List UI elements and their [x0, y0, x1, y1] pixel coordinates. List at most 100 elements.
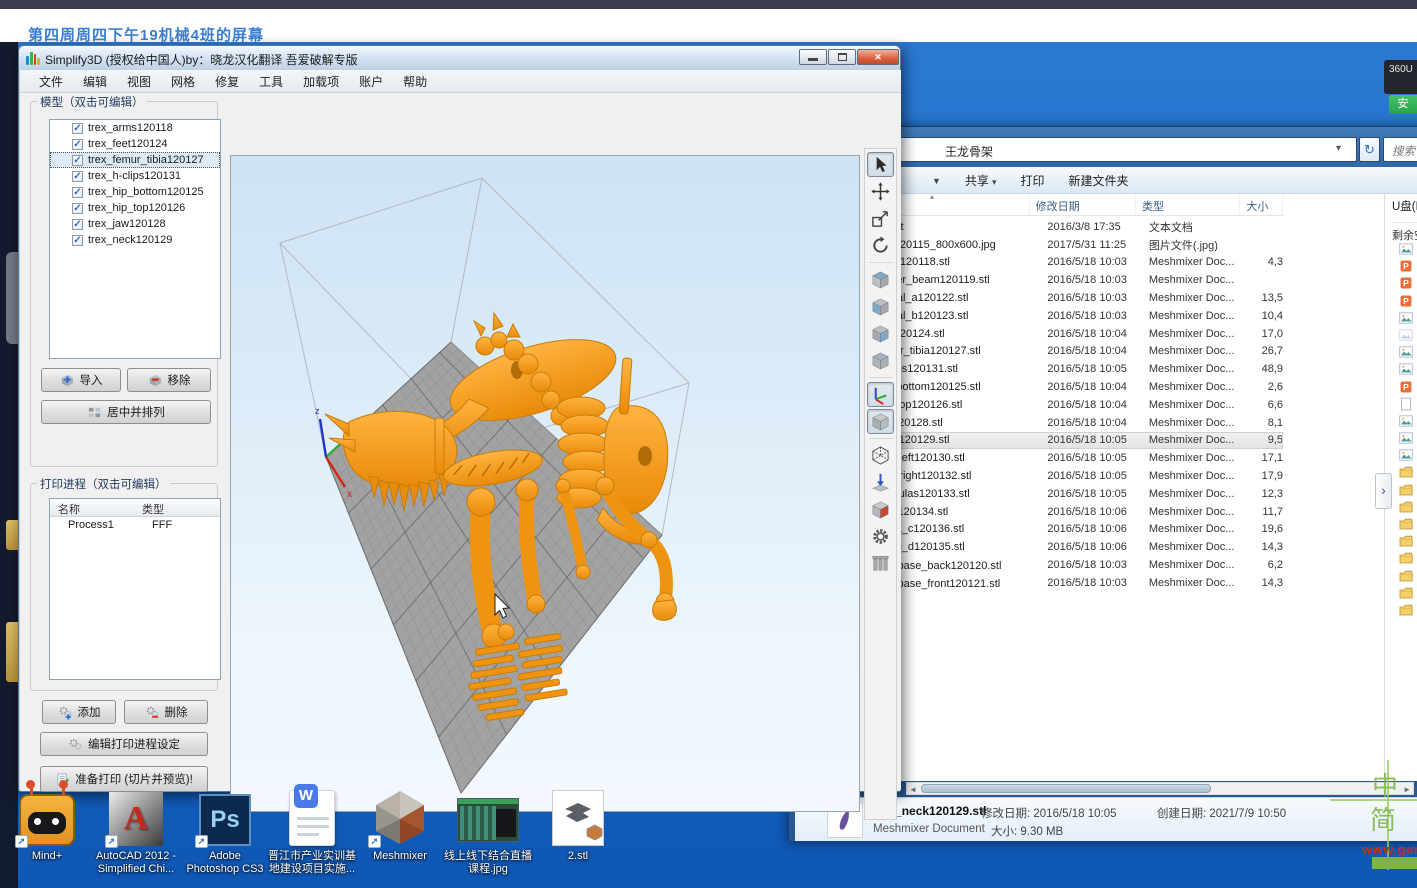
column-header-修改日期[interactable]: 修改日期 [1030, 194, 1136, 215]
build-scene: z x [231, 156, 860, 812]
process-table[interactable]: 名称类型 Process1FFF [49, 498, 221, 680]
viewport-3d[interactable]: z x [230, 155, 860, 812]
desktop-icon-label: AdobePhotoshop CS3 [186, 850, 263, 876]
add-process-button[interactable]: 添加 [42, 700, 116, 724]
scale-tool[interactable] [867, 206, 894, 231]
model-list-item[interactable]: ✓trex_neck120129 [50, 232, 220, 248]
view-cube-iso[interactable] [867, 348, 894, 373]
side-file-icon-folder [1399, 483, 1413, 497]
column-header-大小[interactable]: 大小 [1240, 194, 1283, 215]
model-list-item[interactable]: ✓trex_femur_tibia120127 [50, 152, 220, 168]
support-drop-tool[interactable] [867, 470, 894, 495]
model-list-item[interactable]: ✓trex_h-clips120131 [50, 168, 220, 184]
coordinate-axes-toggle[interactable] [867, 382, 894, 407]
view-cube-top[interactable] [867, 267, 894, 292]
menu-item-网格[interactable]: 网格 [162, 70, 204, 93]
file-type: Meshmixer Doc... [1149, 274, 1249, 286]
side-file-icon-ppt: P [1399, 380, 1413, 394]
folder-icon [6, 520, 18, 550]
menu-item-工具[interactable]: 工具 [250, 70, 292, 93]
desktop-icon-photo[interactable]: 线上线下结合直播课程.jpg [440, 786, 536, 876]
file-type: Meshmixer Doc... [1149, 399, 1249, 411]
model-checkbox[interactable]: ✓ [72, 219, 83, 230]
screen-share-topbar [0, 0, 1417, 9]
model-checkbox[interactable]: ✓ [72, 139, 83, 150]
side-file-icon-folder [1399, 551, 1413, 565]
process-column-header[interactable]: 类型 [134, 499, 220, 516]
desktop-icon-photoshop[interactable]: Ps➚AdobePhotoshop CS3 [177, 786, 273, 876]
svg-text:P: P [1403, 382, 1409, 392]
menu-item-文件[interactable]: 文件 [30, 70, 72, 93]
delete-process-button[interactable]: 删除 [124, 700, 208, 724]
edit-process-button[interactable]: 编辑打印进程设定 [40, 732, 208, 756]
print-button[interactable]: 打印 [1012, 169, 1052, 192]
desktop-icon-stl2[interactable]: 2.stl [530, 786, 626, 863]
menu-item-账户[interactable]: 账户 [350, 70, 392, 93]
import-button[interactable]: 导入 [41, 368, 121, 392]
share-button[interactable]: 共享▾ [957, 169, 1005, 192]
horizontal-scrollbar[interactable]: ◄ ► [906, 782, 1414, 795]
desktop-icon-meshmixer[interactable]: ➚Meshmixer [352, 786, 448, 863]
select-tool[interactable] [867, 152, 894, 177]
file-type: Meshmixer Doc... [1149, 470, 1249, 482]
model-list[interactable]: ✓trex_arms120118✓trex_feet120124✓trex_fe… [49, 119, 221, 359]
cross-section-tool[interactable] [867, 497, 894, 522]
model-checkbox[interactable]: ✓ [72, 235, 83, 246]
view-cube-side[interactable] [867, 321, 894, 346]
model-checkbox[interactable]: ✓ [72, 187, 83, 198]
model-checkbox[interactable]: ✓ [72, 203, 83, 214]
pane-expander-button[interactable]: › [1375, 473, 1392, 509]
scroll-left-icon[interactable]: ◄ [909, 785, 917, 794]
support-pillars-tool[interactable] [867, 551, 894, 576]
machine-settings-gear[interactable] [867, 524, 894, 549]
search-input[interactable]: 搜索 霸 [1383, 137, 1417, 162]
scroll-right-icon[interactable]: ► [1403, 785, 1411, 794]
view-cube-front[interactable] [867, 294, 894, 319]
broadcast-header: 第四周周四下午19机械4班的屏幕 [0, 9, 1417, 42]
model-list-item[interactable]: ✓trex_jaw120128 [50, 216, 220, 232]
meshmixer-icon: ➚ [372, 786, 428, 846]
model-checkbox[interactable]: ✓ [72, 123, 83, 134]
center-arrange-button[interactable]: 居中并排列 [41, 400, 211, 424]
menu-item-编辑[interactable]: 编辑 [74, 70, 116, 93]
process-row[interactable]: Process1FFF [50, 517, 220, 534]
side-file-icon-folder [1399, 534, 1413, 548]
move-tool[interactable] [867, 179, 894, 204]
file-type: Meshmixer Doc... [1149, 523, 1249, 535]
model-checkbox[interactable]: ✓ [72, 155, 83, 166]
drive-column-header[interactable]: U盘(E [1392, 198, 1417, 214]
new-folder-button[interactable]: 新建文件夹 [1060, 169, 1136, 192]
model-list-item[interactable]: ✓trex_hip_bottom120125 [50, 184, 220, 200]
file-date: 2016/5/18 10:06 [1047, 523, 1149, 535]
model-list-item[interactable]: ✓trex_arms120118 [50, 120, 220, 136]
minimize-button[interactable] [799, 49, 827, 65]
wireframe-view[interactable] [867, 443, 894, 468]
model-list-item[interactable]: ✓trex_feet120124 [50, 136, 220, 152]
remove-cube-icon [148, 373, 163, 388]
svg-text:P: P [1403, 261, 1409, 271]
menu-item-帮助[interactable]: 帮助 [394, 70, 436, 93]
menu-item-视图[interactable]: 视图 [118, 70, 160, 93]
model-list-item[interactable]: ✓trex_hip_top120126 [50, 200, 220, 216]
address-dropdown-icon[interactable]: ▾ [1336, 143, 1341, 154]
menu-item-加载项[interactable]: 加载项 [294, 70, 348, 93]
model-checkbox[interactable]: ✓ [72, 171, 83, 182]
rotate-tool[interactable] [867, 233, 894, 258]
refresh-button[interactable]: ↻ [1359, 137, 1380, 162]
desktop-icon-mindplus[interactable]: ➚Mind+ [0, 786, 95, 863]
s3d-titlebar[interactable]: Simplify3D (授权给中国人)by：晓龙汉化翻译 吾爱破解专版 ✕ [19, 46, 900, 70]
toolbar-more-button[interactable]: ▼ [921, 170, 949, 190]
solid-view[interactable] [867, 409, 894, 434]
safe-open-button[interactable]: 安 [1389, 95, 1417, 114]
process-column-header[interactable]: 名称 [50, 499, 134, 516]
file-type: Meshmixer Doc... [1149, 417, 1249, 429]
desktop-icon-worddoc[interactable]: W晋江市产业实训基地建设项目实施... [264, 786, 360, 876]
menu-item-修复[interactable]: 修复 [206, 70, 248, 93]
column-header-类型[interactable]: 类型 [1136, 194, 1240, 215]
remove-button[interactable]: 移除 [127, 368, 211, 392]
file-type: Meshmixer Doc... [1149, 345, 1249, 357]
desktop-icon-autocad[interactable]: A➚AutoCAD 2012 -Simplified Chi... [88, 786, 184, 876]
maximize-button[interactable] [828, 49, 856, 65]
close-button[interactable]: ✕ [857, 49, 899, 65]
scrollbar-thumb[interactable] [921, 784, 1211, 793]
